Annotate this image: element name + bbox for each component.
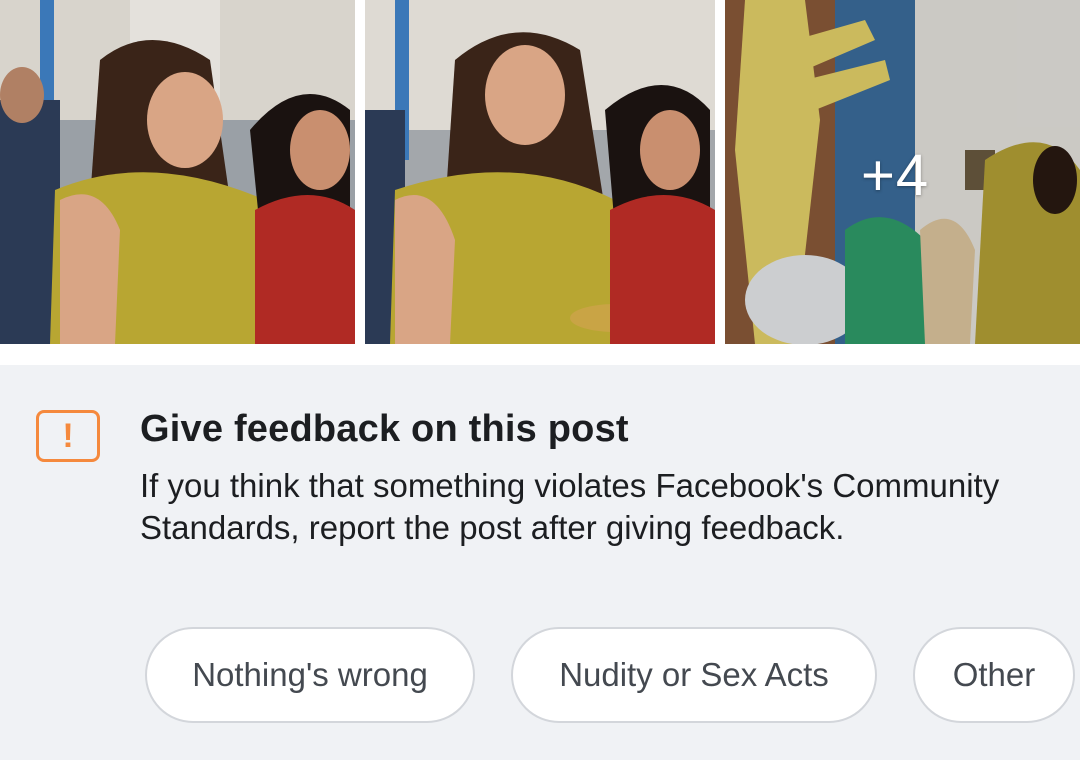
post-photo-1[interactable] — [0, 0, 355, 344]
post-photo-grid: +4 — [0, 0, 1080, 365]
photo-1-image — [0, 0, 355, 344]
post-photo-2[interactable] — [365, 0, 715, 344]
alert-exclamation-icon: ! — [36, 410, 100, 462]
nudity-or-sex-acts-button[interactable]: Nudity or Sex Acts — [511, 627, 877, 723]
post-photo-3[interactable]: +4 — [725, 0, 1080, 344]
more-photos-count[interactable]: +4 — [861, 142, 929, 209]
other-button[interactable]: Other — [913, 627, 1075, 723]
feedback-panel: ! Give feedback on this post If you thin… — [0, 365, 1080, 760]
photo-2-image — [365, 0, 715, 344]
feedback-title: Give feedback on this post — [140, 408, 629, 450]
nothings-wrong-button[interactable]: Nothing's wrong — [145, 627, 475, 723]
feedback-description: If you think that something violates Fac… — [140, 467, 1000, 546]
